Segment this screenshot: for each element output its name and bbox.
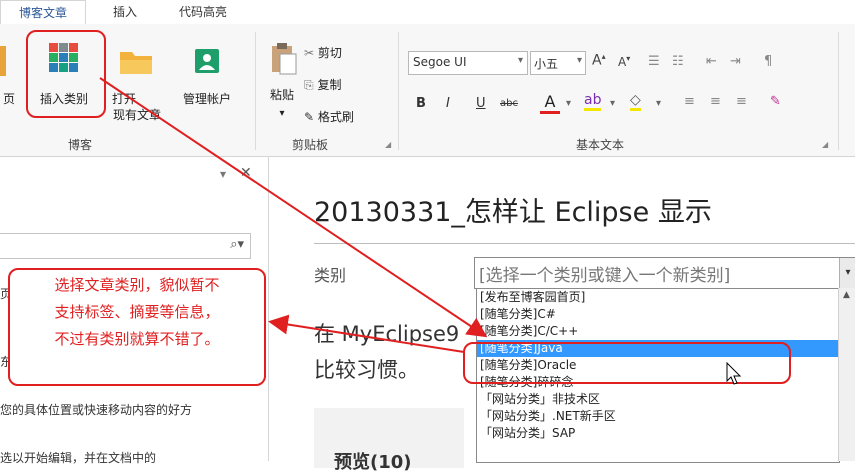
chevron-down-icon: ▾ — [576, 55, 582, 66]
group-label-basic-text: 基本文本 — [575, 138, 624, 152]
paste-dropdown-icon: ▾ — [279, 108, 285, 119]
ribbon-tab-bar: 博客文章 插入 代码高亮 — [0, 0, 855, 26]
clipboard-launcher-icon[interactable]: ◢ — [385, 140, 391, 149]
group-separator — [398, 32, 399, 150]
font-name-select[interactable]: Segoe UI ▾ — [408, 51, 528, 75]
list-item[interactable]: 「网站分类」非技术区 — [477, 391, 839, 408]
category-combobox[interactable]: [选择一个类别或键入一个新类别] ▾ — [474, 257, 855, 289]
category-label: 类别 — [314, 266, 347, 285]
numbered-list-icon[interactable]: ☷ — [672, 54, 684, 69]
category-placeholder: [选择一个类别或键入一个新类别] — [479, 266, 731, 286]
font-size-select[interactable]: 小五 ▾ — [530, 51, 586, 75]
pane-options-icon[interactable]: ▾ — [220, 167, 226, 181]
preview-label: 预览(10) — [334, 452, 412, 473]
close-icon[interactable]: ✕ — [240, 165, 252, 181]
list-item[interactable]: [随笔分类]C# — [477, 306, 839, 323]
list-item[interactable]: [随笔分类]C/C++ — [477, 323, 839, 340]
grow-font-icon[interactable]: A▴ — [592, 52, 606, 69]
insert-category-highlight — [26, 30, 106, 118]
search-input[interactable]: ⌕▾ — [0, 233, 251, 259]
body-line-1: 在 MyEclipse9 — [314, 322, 460, 346]
open-existing-label: 现有文章 — [112, 108, 161, 122]
font-size-value: 小五 — [534, 57, 559, 71]
scroll-up-icon[interactable]: ▲ — [843, 290, 850, 300]
list-item[interactable]: [发布至博客园首页] — [477, 289, 839, 306]
pane-text-4: 选以开始编辑，并在文档中的 — [0, 451, 157, 465]
annotation-line-1: 选择文章类别，貌似暂不 — [54, 276, 220, 294]
underline-button[interactable]: U — [476, 96, 486, 111]
format-painter-label: 格式刷 — [317, 110, 354, 124]
align-center-icon[interactable]: ≡ — [710, 94, 721, 109]
copy-button[interactable]: ⎘ 复制 — [304, 76, 341, 93]
pane-text-3: 您的具体位置或快速移动内容的好方 — [0, 403, 193, 417]
scissors-icon: ✂ — [304, 46, 315, 60]
open-existing-button[interactable]: 打开 现有文章 — [104, 26, 170, 126]
annotation-line-3: 不过有类别就算不错了。 — [54, 330, 220, 348]
group-separator — [255, 32, 256, 150]
italic-button[interactable]: I — [446, 96, 450, 111]
bold-button[interactable]: B — [416, 96, 426, 111]
clear-formatting-icon[interactable]: ✎ — [770, 94, 781, 109]
publish-button-label[interactable]: 页 — [0, 92, 18, 107]
paste-button[interactable]: 粘贴 ▾ — [262, 38, 302, 128]
tab-code-highlight[interactable]: 代码高亮 — [168, 0, 238, 24]
shrink-font-icon[interactable]: A▾ — [618, 54, 630, 69]
folder-icon — [120, 52, 152, 74]
highlight-icon[interactable]: ab — [584, 92, 602, 111]
paragraph-icon[interactable]: ¶ — [764, 54, 772, 69]
increase-indent-icon[interactable]: ⇥ — [730, 54, 741, 69]
shading-icon[interactable]: ◇ — [630, 92, 641, 111]
basic-text-launcher-icon[interactable]: ◢ — [822, 140, 828, 149]
tab-blog-post[interactable]: 博客文章 — [0, 0, 86, 26]
account-icon — [195, 49, 219, 73]
chevron-down-icon[interactable]: ▾ — [610, 98, 615, 109]
align-right-icon[interactable]: ≡ — [736, 94, 747, 109]
open-label: 打开 — [111, 92, 136, 106]
title-divider — [314, 243, 855, 244]
manage-accounts-button[interactable]: 管理帐户 — [172, 26, 242, 118]
chevron-down-icon[interactable]: ▾ — [839, 258, 855, 288]
list-item[interactable]: 「网站分类」.NET新手区 — [477, 408, 839, 425]
paste-label: 粘贴 — [269, 88, 294, 102]
bullet-list-icon[interactable]: ☰ — [648, 54, 660, 69]
decrease-indent-icon[interactable]: ⇤ — [706, 54, 717, 69]
body-line-2: 比较习惯。 — [314, 358, 419, 382]
group-label-clipboard: 剪贴板 — [291, 138, 328, 152]
strikethrough-button[interactable]: abc — [500, 98, 518, 109]
annotation-callout: 选择文章类别，貌似暂不 支持标签、摘要等信息， 不过有类别就算不错了。 — [8, 268, 266, 386]
font-color-button[interactable]: A — [540, 92, 560, 114]
copy-icon: ⎘ — [304, 78, 314, 92]
list-item[interactable]: 「网站分类」SAP — [477, 425, 839, 442]
manage-accounts-label: 管理帐户 — [182, 92, 231, 106]
clipboard-icon — [272, 43, 297, 75]
dropdown-scrollbar[interactable]: ▲ — [838, 288, 855, 461]
chevron-down-icon[interactable]: ▾ — [656, 98, 661, 109]
preview-block: 预览(10) — [314, 408, 464, 473]
tab-insert[interactable]: 插入 — [100, 0, 150, 24]
document-title[interactable]: 20130331_怎样让 Eclipse 显示 — [314, 190, 712, 229]
chevron-down-icon: ▾ — [517, 55, 523, 66]
ribbon: 页 插入类别 打开 现有文章 管理帐户 博客 粘贴 ▾ ✂ 剪切 ⎘ 复制 ✎ … — [0, 24, 855, 157]
brush-icon: ✎ — [304, 110, 315, 124]
align-left-icon[interactable]: ≡ — [684, 94, 695, 109]
mouse-cursor-icon — [726, 362, 742, 385]
group-label-blog: 博客 — [67, 138, 92, 152]
annotation-line-2: 支持标签、摘要等信息， — [54, 303, 220, 321]
cut-label: 剪切 — [317, 46, 342, 60]
format-painter-button[interactable]: ✎ 格式刷 — [304, 108, 354, 125]
cut-button[interactable]: ✂ 剪切 — [304, 44, 342, 61]
group-separator — [838, 32, 839, 150]
chevron-down-icon[interactable]: ▾ — [566, 98, 571, 109]
copy-label: 复制 — [317, 78, 342, 92]
font-name-value: Segoe UI — [413, 55, 467, 69]
publish-icon — [0, 46, 6, 76]
search-icon: ⌕▾ — [230, 237, 244, 252]
